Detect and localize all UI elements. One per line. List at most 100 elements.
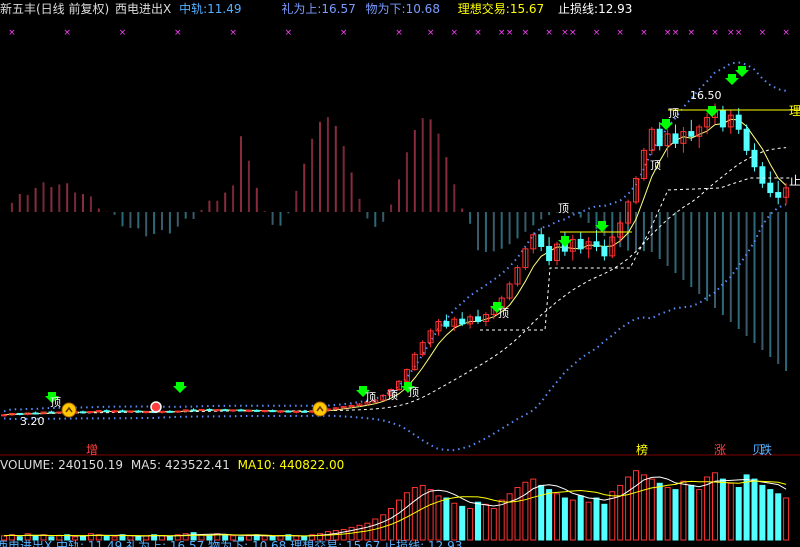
candle-body	[277, 410, 284, 413]
volume-header: VOLUME: 240150.19 MA5: 423522.41 MA10: 4…	[0, 458, 344, 472]
volume-bar	[719, 478, 726, 541]
top-marker-x: ×	[545, 28, 553, 38]
top-marker-x: ×	[688, 28, 696, 38]
top-marker: 顶	[50, 396, 61, 409]
top-marker-x: ×	[174, 28, 182, 38]
volume-bar	[482, 503, 489, 541]
volume-bar	[585, 501, 592, 541]
top-marker-x: ×	[561, 28, 569, 38]
volume-bar	[522, 481, 529, 541]
volume-bar	[538, 484, 545, 541]
volume-bar	[427, 489, 434, 541]
top-marker-x: ×	[672, 28, 680, 38]
volume-bar	[767, 489, 774, 541]
volume-ma10-line	[3, 480, 787, 537]
candle-body	[238, 409, 244, 412]
top-marker-x: ×	[569, 28, 577, 38]
volume-bar	[783, 497, 790, 541]
sell-signal-icon	[150, 401, 162, 413]
volume-bar	[743, 474, 750, 541]
candle-body	[48, 411, 55, 414]
signal-buy: 增	[86, 443, 99, 457]
top-marker-x: ×	[640, 28, 648, 38]
candle-body	[103, 410, 110, 413]
volume-bar	[735, 487, 742, 541]
volume-bar	[593, 497, 600, 541]
top-marker-x: ×	[229, 28, 237, 38]
top-marker-x: ×	[522, 28, 530, 38]
top-marker-x: ×	[711, 28, 719, 38]
candle-body	[688, 131, 695, 137]
candle-body	[190, 409, 197, 412]
top-marker-x: ×	[285, 28, 293, 38]
volume-bar	[633, 470, 639, 541]
ma10-value: 440822.00	[279, 458, 345, 472]
volume-bar	[577, 495, 584, 541]
volume-bar	[554, 493, 560, 541]
candle-body	[32, 412, 39, 415]
candle-body	[206, 408, 213, 411]
volume-bar	[625, 476, 632, 541]
top-marker-x: ×	[727, 28, 735, 38]
volume-label: VOLUME:	[0, 458, 55, 472]
candle-body	[214, 409, 221, 412]
candle-body	[656, 128, 663, 147]
top-marker: 顶	[365, 391, 376, 404]
top-marker: 顶	[668, 107, 679, 120]
top-marker-x: ×	[395, 28, 403, 38]
buy-arrow-icon	[173, 382, 187, 393]
candle-body	[759, 166, 766, 184]
candle-body	[87, 411, 94, 414]
candle-body	[767, 182, 774, 194]
volume-bar	[569, 499, 576, 541]
candle-body	[593, 241, 600, 247]
high-price-label: 16.50	[690, 89, 722, 102]
bottom-signal-icon	[61, 402, 77, 418]
candle-body	[301, 410, 308, 413]
ma-line	[3, 118, 787, 416]
volume-bar	[751, 478, 758, 541]
top-marker-x: ×	[63, 28, 71, 38]
top-marker-x: ×	[782, 28, 790, 38]
candle-body	[775, 192, 782, 198]
candle-body	[245, 409, 252, 412]
candle-body	[735, 114, 742, 130]
top-marker-x: ×	[8, 28, 16, 38]
top-marker-x: ×	[498, 28, 506, 38]
bottom-signal-icon	[312, 401, 328, 417]
volume-bar	[601, 503, 608, 541]
volume-bar	[656, 482, 663, 541]
volume-bar	[467, 508, 474, 541]
top-marker: 顶	[498, 307, 509, 320]
top-marker-x: ×	[616, 28, 624, 38]
candle-body	[538, 234, 545, 247]
candle-body	[577, 238, 584, 250]
signal-bottom: 榜	[636, 443, 649, 457]
candle-body	[285, 410, 292, 413]
candle-body	[230, 409, 237, 412]
top-marker-x: ×	[735, 28, 743, 38]
candle-body	[475, 316, 481, 323]
volume-bar	[727, 482, 734, 541]
candle-body	[546, 245, 553, 262]
candle-body	[751, 149, 758, 168]
volume-bar	[490, 508, 497, 541]
candle-body	[269, 410, 276, 413]
volume-bar	[680, 480, 687, 541]
volume-ma5-line	[3, 476, 787, 537]
volume-value: 240150.19	[58, 458, 124, 472]
buy-arrow-icon	[725, 74, 739, 85]
low-price-label: 3.20	[20, 415, 45, 428]
candle-body	[95, 410, 102, 413]
volume-bar	[775, 493, 782, 541]
candle-body	[601, 245, 608, 257]
volume-bar	[696, 489, 703, 541]
signal-rise: 涨	[714, 443, 727, 457]
candle-body	[261, 410, 268, 413]
candle-body	[159, 410, 165, 413]
top-marker: 顶	[650, 159, 661, 172]
candle-body	[80, 411, 86, 414]
volume-bar	[451, 502, 458, 541]
signal-fall: 跌	[760, 443, 773, 457]
ma5-label: MA5:	[130, 458, 162, 472]
